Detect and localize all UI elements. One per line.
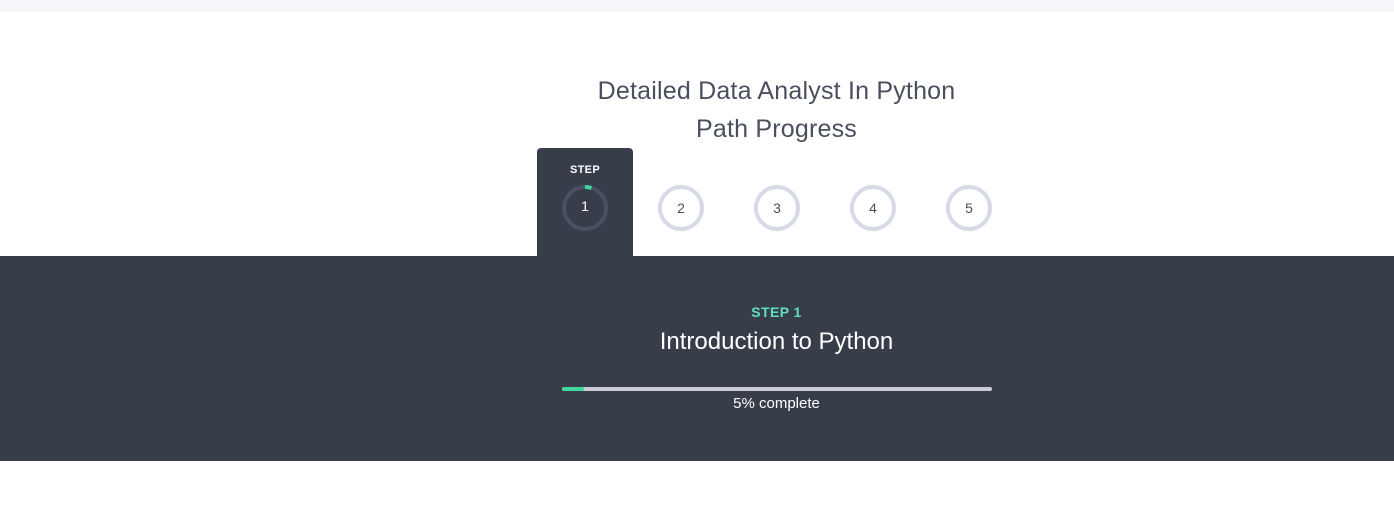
- step-word-label: STEP: [570, 164, 600, 176]
- page-title: Detailed Data Analyst In Python Path Pro…: [0, 72, 1394, 148]
- progress-text: 5% complete: [733, 395, 820, 412]
- current-step-label: STEP 1: [751, 304, 802, 320]
- step-circle-4[interactable]: 4: [850, 185, 896, 231]
- step-circle-2[interactable]: 2: [658, 185, 704, 231]
- page-title-line-2: Path Progress: [695, 115, 857, 143]
- step-tab-1-active[interactable]: STEP 1: [537, 148, 633, 258]
- current-step-panel: STEP 1 Introduction to Python 5% complet…: [0, 256, 1394, 461]
- page-title-line-1: Detailed Data Analyst In Python: [597, 77, 956, 105]
- step-progress-fill: [562, 387, 584, 391]
- top-nav-strip: [0, 0, 1394, 12]
- step-circle-3[interactable]: 3: [754, 185, 800, 231]
- step-circle-5[interactable]: 5: [946, 185, 992, 231]
- current-step-title[interactable]: Introduction to Python: [0, 328, 1394, 356]
- step-progress-bar: [562, 387, 992, 391]
- step-number-1: 1: [581, 198, 589, 214]
